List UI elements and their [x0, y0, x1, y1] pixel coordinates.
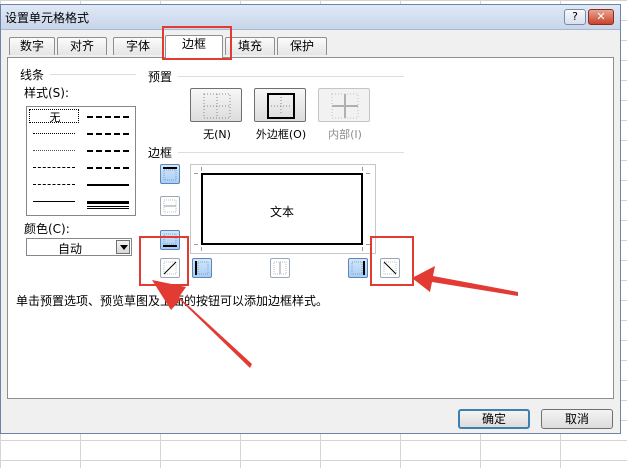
- arrow-to-diagonal-up-icon: [152, 280, 252, 368]
- arrow-to-diagonal-down-icon: [412, 266, 518, 296]
- annotation-arrows: [152, 266, 518, 368]
- tab-border[interactable]: 边框: [165, 35, 223, 58]
